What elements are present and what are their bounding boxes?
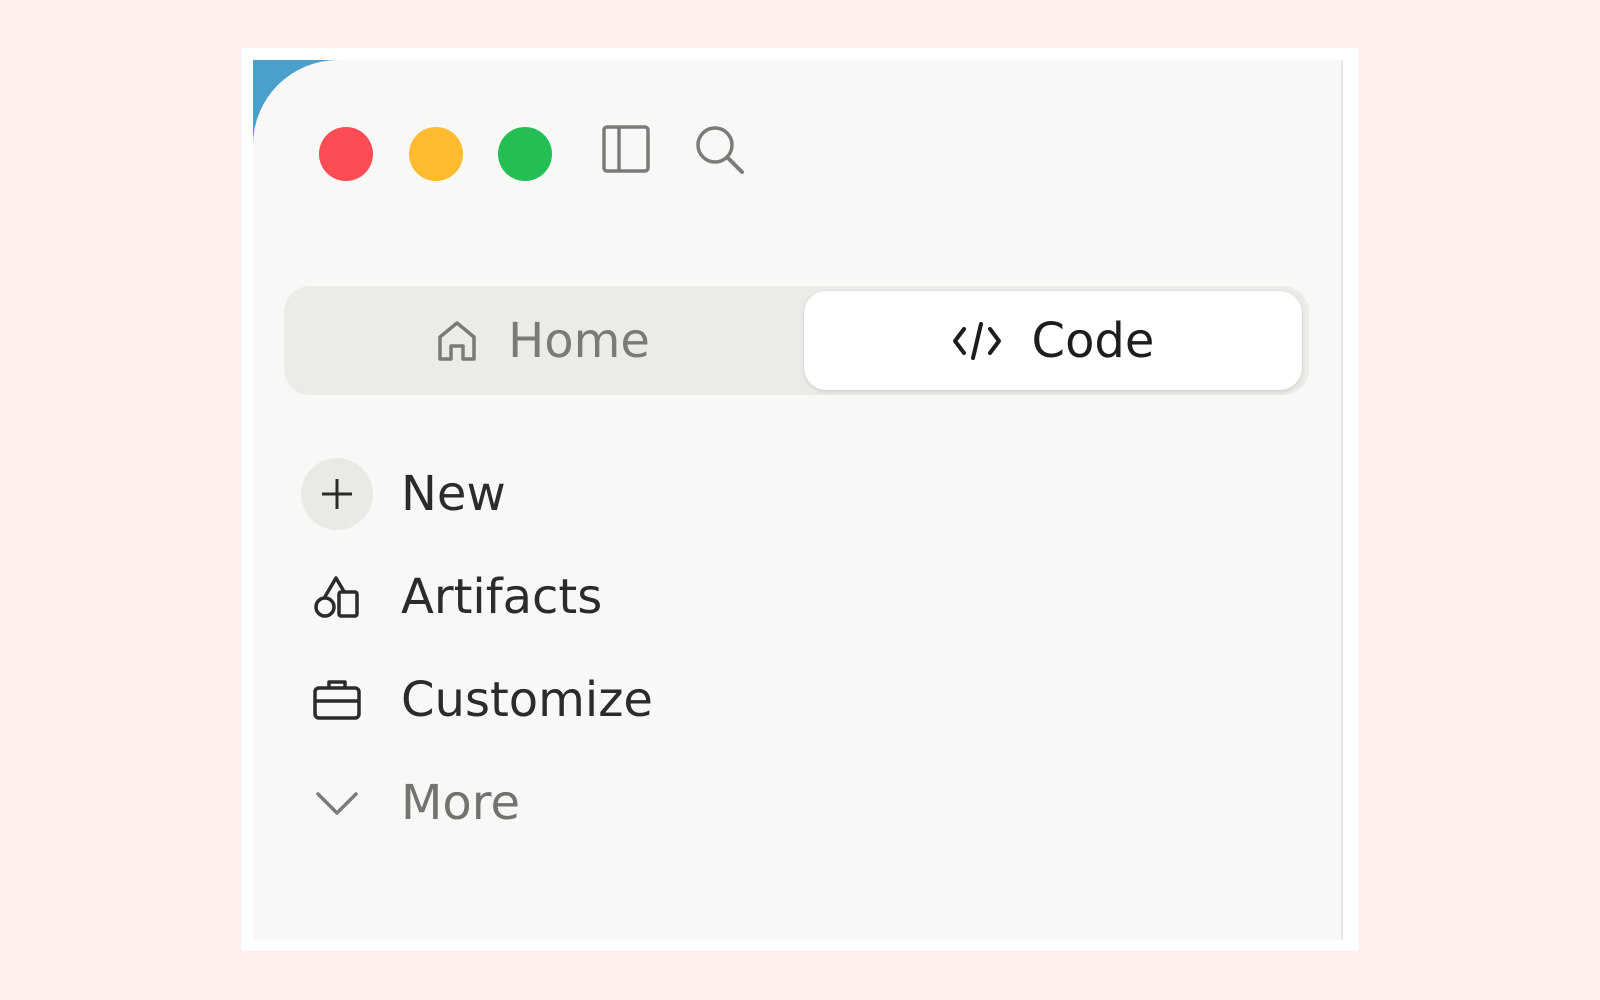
maximize-window-button[interactable]	[498, 127, 552, 181]
sidebar-item-more[interactable]: More	[301, 767, 861, 839]
search-icon[interactable]	[694, 124, 746, 176]
sidebar-toggle-icon[interactable]	[602, 125, 650, 173]
tab-code-label: Code	[1031, 312, 1155, 369]
customize-label: Customize	[401, 672, 653, 728]
new-label: New	[401, 466, 506, 522]
tab-home[interactable]: Home	[284, 291, 802, 390]
home-icon	[438, 320, 476, 361]
tab-code[interactable]: Code	[804, 291, 1302, 390]
code-icon	[952, 321, 1001, 360]
plus-icon	[301, 458, 373, 530]
chevron-down-icon	[301, 767, 373, 839]
shapes-icon	[301, 561, 373, 633]
artifacts-label: Artifacts	[401, 569, 603, 625]
more-label: More	[401, 775, 520, 831]
sidebar-item-customize[interactable]: Customize	[301, 664, 861, 736]
briefcase-icon	[301, 664, 373, 736]
sidebar-item-artifacts[interactable]: Artifacts	[301, 561, 861, 633]
mode-switch: Home Code	[284, 286, 1309, 395]
tab-home-label: Home	[508, 312, 650, 369]
minimize-window-button[interactable]	[409, 127, 463, 181]
close-window-button[interactable]	[319, 127, 373, 181]
new-button[interactable]: New	[301, 458, 861, 530]
